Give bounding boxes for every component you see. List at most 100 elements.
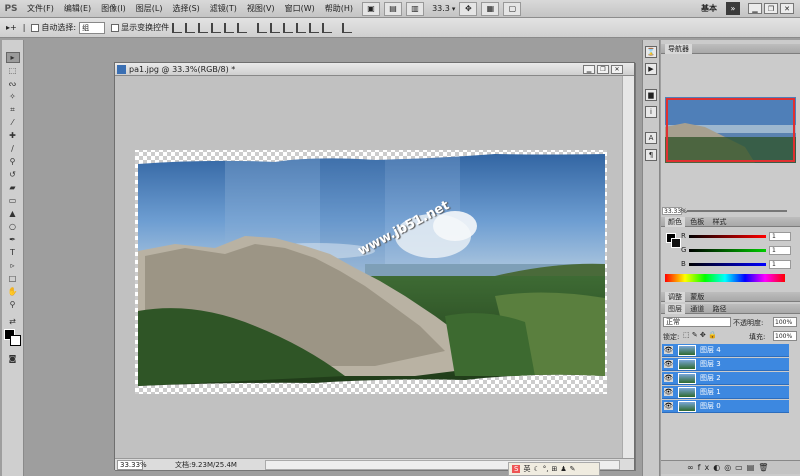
actions-icon[interactable]: ▶ bbox=[645, 63, 657, 75]
eye-icon[interactable]: 👁 bbox=[664, 388, 673, 396]
workspace-expand-icon[interactable]: » bbox=[726, 2, 740, 15]
opacity-field[interactable]: 100% bbox=[773, 317, 797, 327]
layer-name[interactable]: 图层 1 bbox=[700, 386, 721, 399]
info-icon[interactable]: i bbox=[645, 106, 657, 118]
minibridge-icon[interactable]: ▤ bbox=[384, 1, 403, 16]
menu-file[interactable]: 文件(F) bbox=[22, 0, 59, 18]
red-bar[interactable] bbox=[689, 235, 766, 238]
eye-icon[interactable]: 👁 bbox=[664, 360, 673, 368]
tab-styles[interactable]: 样式 bbox=[709, 217, 729, 227]
blue-bar[interactable] bbox=[689, 263, 766, 266]
move-tool-icon[interactable]: ▸ bbox=[5, 52, 20, 63]
doc-close-button[interactable]: ✕ bbox=[611, 65, 623, 74]
panorama-image[interactable] bbox=[115, 76, 622, 458]
vertical-scrollbar[interactable] bbox=[622, 76, 634, 458]
background-color[interactable] bbox=[10, 335, 21, 346]
history-brush-tool-icon[interactable]: ↺ bbox=[6, 169, 20, 180]
document-info[interactable]: 文档:9.23M/25.4M bbox=[175, 459, 237, 471]
eyedropper-tool-icon[interactable]: ⁄ bbox=[6, 117, 20, 128]
layer-name[interactable]: 图层 4 bbox=[700, 344, 721, 357]
arrange-icon[interactable]: ▦ bbox=[481, 1, 500, 16]
lasso-tool-icon[interactable]: ᔓ bbox=[6, 78, 20, 89]
punctuation-icon[interactable]: °, bbox=[543, 465, 549, 473]
navigator-view-box[interactable] bbox=[666, 98, 795, 162]
crop-tool-icon[interactable]: ⌗ bbox=[6, 104, 20, 115]
close-button[interactable]: ✕ bbox=[780, 3, 794, 14]
brush-tool-icon[interactable]: ∕ bbox=[6, 143, 20, 154]
keyboard-icon[interactable]: ⊞ bbox=[551, 465, 557, 473]
tab-color[interactable]: 颜色 bbox=[665, 217, 685, 227]
red-value[interactable]: 1 bbox=[769, 232, 791, 241]
blur-tool-icon[interactable]: ▲ bbox=[6, 208, 20, 219]
shape-tool-icon[interactable]: □ bbox=[6, 273, 20, 284]
layer-row[interactable]: 👁 图层 4 bbox=[662, 344, 789, 357]
color-swatches[interactable] bbox=[2, 329, 23, 349]
show-transform-check[interactable] bbox=[111, 23, 120, 32]
extras-icon[interactable]: ▥ bbox=[406, 1, 425, 16]
eye-icon[interactable]: 👁 bbox=[664, 346, 673, 354]
layer-row[interactable]: 👁 图层 1 bbox=[662, 386, 789, 399]
ime-logo-icon[interactable]: S bbox=[512, 465, 521, 473]
layer-row[interactable]: 👁 图层 2 bbox=[662, 372, 789, 385]
stamp-tool-icon[interactable]: ⚲ bbox=[6, 156, 20, 167]
blue-value[interactable]: 1 bbox=[769, 260, 791, 269]
history-icon[interactable]: ⌛ bbox=[645, 46, 657, 58]
lock-icons[interactable]: ⬚ ✎ ✥ 🔒 bbox=[683, 331, 717, 339]
bridge-icon[interactable]: ▣ bbox=[362, 1, 381, 16]
doc-minimize-button[interactable]: ▁ bbox=[583, 65, 595, 74]
hand-view-icon[interactable]: ✥ bbox=[459, 1, 478, 16]
layer-name[interactable]: 图层 3 bbox=[700, 358, 721, 371]
screen-mode-icon[interactable]: ▢ bbox=[503, 1, 522, 16]
gradient-tool-icon[interactable]: ▭ bbox=[6, 195, 20, 206]
zoom-level[interactable]: 33.3 bbox=[432, 4, 450, 13]
marquee-tool-icon[interactable]: ⬚ bbox=[6, 65, 20, 76]
zoom-tool-icon[interactable]: ⚲ bbox=[6, 299, 20, 310]
layer-row[interactable]: 👁 图层 0 bbox=[662, 400, 789, 413]
tab-channels[interactable]: 通道 bbox=[687, 304, 707, 314]
wrench-icon[interactable]: ✎ bbox=[570, 465, 576, 473]
tab-swatches[interactable]: 色板 bbox=[687, 217, 707, 227]
green-bar[interactable] bbox=[689, 249, 766, 252]
tab-navigator[interactable]: 导航器 bbox=[665, 44, 692, 54]
layer-name[interactable]: 图层 0 bbox=[700, 400, 721, 413]
menu-edit[interactable]: 编辑(E) bbox=[59, 0, 96, 18]
eraser-tool-icon[interactable]: ▰ bbox=[6, 182, 20, 193]
align-right-icon[interactable] bbox=[237, 22, 248, 33]
menu-layer[interactable]: 图层(L) bbox=[131, 0, 168, 18]
document-title[interactable]: pa1.jpg @ 33.3%(RGB/8) * bbox=[115, 63, 634, 76]
eye-icon[interactable]: 👁 bbox=[664, 374, 673, 382]
align-vcenter-icon[interactable] bbox=[185, 22, 196, 33]
menu-select[interactable]: 选择(S) bbox=[167, 0, 204, 18]
auto-select-checkbox[interactable]: 自动选择: bbox=[31, 22, 76, 33]
align-hcenter-icon[interactable] bbox=[224, 22, 235, 33]
distribute-left-icon[interactable] bbox=[296, 22, 307, 33]
align-top-icon[interactable] bbox=[172, 22, 183, 33]
layer-row[interactable]: 👁 图层 3 bbox=[662, 358, 789, 371]
green-slider[interactable]: G 1 bbox=[681, 246, 793, 256]
tab-paths[interactable]: 路径 bbox=[709, 304, 729, 314]
color-background-swatch[interactable] bbox=[671, 238, 681, 248]
navigator-zoom-slider[interactable] bbox=[687, 210, 787, 212]
blue-slider[interactable]: B 1 bbox=[681, 260, 793, 270]
quick-mask-icon[interactable]: ◙ bbox=[6, 353, 20, 364]
path-select-tool-icon[interactable]: ▹ bbox=[6, 260, 20, 271]
ime-lang[interactable]: 英 bbox=[523, 464, 530, 474]
menu-help[interactable]: 帮助(H) bbox=[320, 0, 358, 18]
align-bottom-icon[interactable] bbox=[198, 22, 209, 33]
fill-field[interactable]: 100% bbox=[773, 331, 797, 341]
move-tool-icon[interactable]: ▸+ bbox=[6, 23, 17, 32]
minimize-button[interactable]: ▁ bbox=[748, 3, 762, 14]
red-slider[interactable]: R 1 bbox=[681, 232, 793, 242]
user-icon[interactable]: ♟ bbox=[560, 465, 566, 473]
dodge-tool-icon[interactable]: ○ bbox=[6, 221, 20, 232]
healing-tool-icon[interactable]: ✚ bbox=[6, 130, 20, 141]
type-tool-icon[interactable]: T bbox=[6, 247, 20, 258]
align-left-icon[interactable] bbox=[211, 22, 222, 33]
restore-button[interactable]: ❐ bbox=[764, 3, 778, 14]
navigator-zoom-field[interactable]: 33.33% bbox=[662, 207, 687, 215]
canvas-area[interactable]: www.jb51.net bbox=[115, 76, 622, 458]
blend-mode-select[interactable]: 正常 bbox=[663, 317, 731, 327]
character-icon[interactable]: A bbox=[645, 132, 657, 144]
distribute-hcenter-icon[interactable] bbox=[309, 22, 320, 33]
distribute-vcenter-icon[interactable] bbox=[270, 22, 281, 33]
